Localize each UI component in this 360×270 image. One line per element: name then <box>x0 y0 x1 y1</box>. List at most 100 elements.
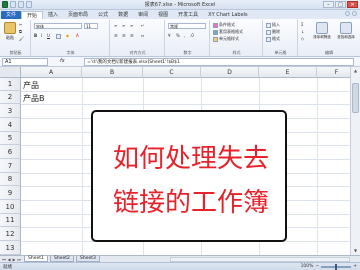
tab-page-layout[interactable]: 页面布局 <box>63 11 93 19</box>
row-header-1[interactable]: 1 <box>0 78 21 91</box>
row-header-12[interactable]: 12 <box>0 227 21 241</box>
tab-home[interactable]: 开始 <box>21 10 44 19</box>
row-header-13[interactable]: 13 <box>0 241 21 255</box>
binoculars-icon <box>340 22 352 34</box>
find-select-button[interactable]: 查找和选择 <box>335 21 357 45</box>
align-center-icon[interactable]: ☰ <box>122 33 126 39</box>
format-painter-icon[interactable]: 🖌 <box>19 36 24 42</box>
group-alignment: ≡ ≡ ≡ ↵ ☰ ☰ ☰ ⇔ 对齐方式 <box>111 20 165 56</box>
paste-button[interactable]: 粘贴 <box>2 21 18 45</box>
name-box[interactable]: A1 <box>2 58 48 66</box>
format-cells-button[interactable]: 格式 <box>266 36 280 42</box>
cell-a1[interactable]: 产品 <box>23 80 39 91</box>
tab-formulas[interactable]: 公式 <box>93 11 113 19</box>
cell-style-button[interactable]: 单元格样式 <box>213 36 239 42</box>
tab-xy-chart-labels[interactable]: XY Chart Labels <box>203 11 253 19</box>
font-size-select[interactable]: 11 <box>84 23 98 29</box>
comma-icon[interactable]: , <box>184 33 185 39</box>
zoom-knob[interactable] <box>335 263 338 270</box>
table-format-button[interactable]: 套用表格格式 <box>213 29 243 35</box>
wrap-text-icon[interactable]: ↵ <box>141 23 144 29</box>
close-button[interactable]: ✕ <box>347 1 358 8</box>
scroll-up-icon[interactable]: ▲ <box>352 68 359 74</box>
increase-decimal-icon[interactable]: .0 <box>190 33 194 39</box>
row-header-10[interactable]: 10 <box>0 200 21 214</box>
tab-insert[interactable]: 插入 <box>43 11 63 19</box>
editing-label: 编辑 <box>325 50 333 55</box>
row-header-11[interactable]: 11 <box>0 214 21 227</box>
italic-button[interactable]: I <box>41 33 42 39</box>
percent-icon[interactable]: % <box>176 33 180 39</box>
column-header-d[interactable]: D <box>201 67 259 78</box>
scroll-down-icon[interactable]: ▼ <box>352 248 359 254</box>
merge-center-icon[interactable]: ⇔ <box>141 33 144 39</box>
zoom-level[interactable]: 100% <box>301 264 314 269</box>
formula-input[interactable]: ='d:\我的文档\[新建报表.xlsx]Sheet1'!$B$1 <box>84 58 354 66</box>
tab-developer[interactable]: 开发工具 <box>173 11 203 19</box>
column-header-e[interactable]: E <box>259 67 317 78</box>
tab-file[interactable]: 文件 <box>1 10 22 19</box>
number-format-select[interactable]: 常规 <box>168 23 206 29</box>
row-header-9[interactable]: 9 <box>0 186 21 200</box>
scroll-thumb[interactable] <box>352 83 359 113</box>
column-header-a[interactable]: A <box>21 67 82 78</box>
ribbon: 粘贴 ✂ ⧉ 🖌 剪贴板 宋体 11 B I U ◆ A 字体 ≡ ≡ ≡ ↵ … <box>0 19 360 57</box>
row-header-2[interactable]: 2 <box>0 91 21 104</box>
help-controls <box>345 11 357 16</box>
clipboard-label: 剪贴板 <box>9 50 22 55</box>
select-all-corner[interactable] <box>0 67 21 78</box>
alignment-label: 对齐方式 <box>129 50 146 55</box>
maximize-button[interactable]: □ <box>335 1 346 8</box>
delete-cells-button[interactable]: 删除 <box>266 29 280 35</box>
row-header-5[interactable]: 5 <box>0 132 21 145</box>
copy-icon[interactable]: ⧉ <box>19 29 22 35</box>
align-left-icon[interactable]: ☰ <box>114 33 118 39</box>
bold-button[interactable]: B <box>34 33 37 39</box>
insert-label: 插入 <box>272 22 280 27</box>
cut-icon[interactable]: ✂ <box>19 22 22 28</box>
row-header-8[interactable]: 8 <box>0 173 21 186</box>
column-header-c[interactable]: C <box>143 67 201 78</box>
align-top-icon[interactable]: ≡ <box>114 23 117 29</box>
tab-review[interactable]: 审阅 <box>133 11 153 19</box>
insert-cells-button[interactable]: 插入 <box>266 22 280 28</box>
format-label: 格式 <box>272 36 280 41</box>
fill-color-icon[interactable]: ◆ <box>66 33 69 39</box>
cell-a2[interactable]: 产品B <box>23 93 45 104</box>
tab-data[interactable]: 数据 <box>113 11 133 19</box>
autosum-icon[interactable]: Σ <box>301 22 304 28</box>
currency-icon[interactable]: ¥ <box>168 33 171 39</box>
sort-filter-button[interactable]: 排序和筛选 <box>311 21 333 45</box>
status-ready: 就绪 <box>3 265 12 270</box>
ribbon-minimize-icon[interactable] <box>352 11 357 16</box>
zoom-in-icon[interactable]: + <box>353 264 357 269</box>
paste-label: 粘贴 <box>6 35 14 40</box>
row-header-7[interactable]: 7 <box>0 159 21 173</box>
align-right-icon[interactable]: ☰ <box>130 33 134 39</box>
gridline <box>21 91 350 92</box>
conditional-format-button[interactable]: 条件格式 <box>213 22 235 28</box>
tab-view[interactable]: 视图 <box>153 11 173 19</box>
underline-button[interactable]: U <box>47 33 50 39</box>
clear-icon[interactable]: ◇ <box>301 36 304 42</box>
zoom-slider[interactable] <box>321 263 352 270</box>
zoom-out-icon[interactable]: − <box>315 264 319 269</box>
row-header-6[interactable]: 6 <box>0 145 21 159</box>
font-name-select[interactable]: 宋体 <box>34 23 82 29</box>
title-bar: 报表67.xlsx - Microsoft Excel – □ ✕ <box>0 0 360 10</box>
column-header-f[interactable]: F <box>317 67 350 78</box>
group-font: 宋体 11 B I U ◆ A 字体 <box>32 20 110 56</box>
zoom-control: 100% − + <box>301 263 357 270</box>
row-header-3[interactable]: 3 <box>0 104 21 118</box>
minimize-button[interactable]: – <box>323 1 334 8</box>
borders-icon[interactable] <box>56 33 62 39</box>
align-bottom-icon[interactable]: ≡ <box>130 23 133 29</box>
vertical-scrollbar[interactable]: ▲ ▼ <box>350 67 360 255</box>
font-color-icon[interactable]: A <box>76 33 79 39</box>
column-header-b[interactable]: B <box>82 67 143 78</box>
fill-icon[interactable]: ↓ <box>301 29 304 35</box>
align-middle-icon[interactable]: ≡ <box>122 23 125 29</box>
help-icon[interactable] <box>345 11 350 16</box>
row-header-4[interactable]: 4 <box>0 118 21 132</box>
fx-icon[interactable]: fx <box>60 58 65 64</box>
